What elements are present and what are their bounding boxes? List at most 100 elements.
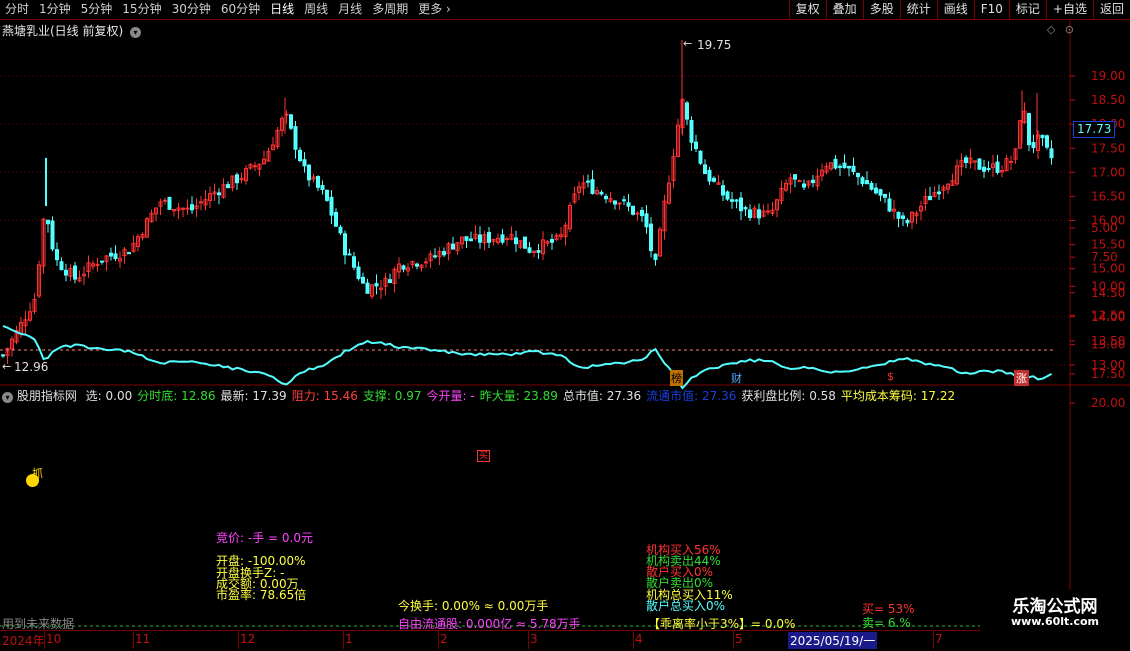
marker-rank[interactable]: 榜 (670, 370, 683, 386)
grab-label: 抓 (32, 467, 43, 480)
candle-body (338, 226, 343, 234)
candlesticks (1, 39, 1054, 364)
timeline-tick (528, 631, 529, 649)
candle-body (725, 191, 730, 200)
timeline-label-4: 1 (345, 632, 353, 646)
candle-body (505, 238, 509, 241)
candle-body (167, 196, 172, 210)
y-tick-label: 17.50 (1091, 367, 1125, 381)
candle-body (982, 166, 986, 172)
candle-body (347, 253, 352, 256)
candle-body (757, 209, 761, 219)
indicator-value-5: 今开量: - (426, 389, 475, 403)
candle-body (766, 210, 770, 213)
indicator-name[interactable]: 股朋指标网 (17, 389, 77, 403)
candle-body (536, 250, 541, 253)
candle-body (253, 165, 257, 168)
timeline-label-1: 10 (46, 632, 62, 646)
main-pane-title: 燕塘乳业(日线 前复权) ▾ (2, 22, 142, 39)
y-tick-label: 15.00 (1091, 338, 1125, 352)
bid-info: 竞价: -手 = 0.0元 (216, 531, 313, 545)
candle-body (64, 269, 68, 276)
y-tick-label: 7.50 (1091, 250, 1118, 264)
high-arrow: ← (683, 37, 693, 50)
candle-body (50, 220, 55, 250)
candle-body (320, 185, 325, 190)
candle-body (46, 219, 50, 225)
retail-total-buy: 散户总买入0% (646, 599, 726, 613)
candle-body (1, 354, 5, 357)
candle-body (590, 179, 595, 194)
candle-body (883, 193, 887, 198)
y-tick-label: 19.00 (1091, 69, 1125, 83)
candle-body (847, 165, 851, 169)
timeline: 2024年 10 11 12 1 2 3 4 5 2025/05/19/一 7 (0, 630, 985, 651)
candle-body (838, 165, 842, 168)
candle-body (316, 176, 320, 188)
watermark-logo: 乐淘公式网 www.60lt.com (980, 590, 1130, 632)
pe-info: 市盈率: 78.65倍 (216, 588, 307, 602)
candle-body (937, 191, 941, 195)
candle-body (365, 282, 370, 294)
candle-body (190, 204, 194, 211)
candle-body (235, 174, 239, 184)
indicator-value-9: 获利盘比例: 0.58 (741, 389, 836, 403)
timeline-label-9: 2025/05/19/一 (788, 632, 878, 649)
candle-body (928, 195, 932, 201)
indicator-value-0: 选: 0.00 (85, 389, 133, 403)
candle-body (514, 237, 518, 245)
candle-body (185, 207, 190, 210)
candle-body (487, 231, 491, 243)
candle-body (464, 236, 469, 241)
candle-body (73, 265, 77, 280)
candle-body (851, 165, 856, 172)
candle-body (415, 263, 419, 267)
candle-body (127, 252, 131, 255)
indicator-value-2: 最新: 17.39 (220, 389, 287, 403)
candle-body (401, 265, 406, 270)
candle-body (842, 162, 847, 169)
candle-body (55, 249, 59, 261)
y-tick-label: 10.00 (1091, 279, 1125, 293)
pane-controls: ◇ ⊙ (1047, 23, 1074, 36)
indicator-value-6: 昨大量: 23.89 (479, 389, 558, 403)
indicator-value-10: 平均成本筹码: 17.22 (840, 389, 956, 403)
candle-body (743, 207, 748, 210)
candle-body (451, 243, 455, 250)
settings-icon[interactable]: ⊙ (1065, 23, 1074, 36)
timeline-label-0: 2024年 (2, 634, 45, 648)
kline-chart[interactable]: 19.0018.5018.0017.5017.0016.5016.0015.50… (0, 0, 1130, 650)
indicator-toggle-icon[interactable]: ▾ (2, 392, 13, 403)
marker-dividend[interactable]: $ (887, 370, 894, 383)
chevron-down-icon[interactable]: ▾ (130, 27, 142, 38)
indicator-value-8: 流通市值: 27.36 (646, 389, 737, 403)
candle-body (811, 179, 815, 184)
y-tick-label: 18.50 (1091, 93, 1125, 107)
candle-body (694, 141, 698, 150)
timeline-label-3: 12 (240, 632, 256, 646)
candle-body (388, 279, 392, 283)
timeline-tick (438, 631, 439, 649)
candle-body (604, 195, 608, 200)
candle-body (635, 212, 640, 215)
candle-body (793, 174, 797, 180)
candle-body (289, 114, 293, 129)
candle-body (527, 247, 532, 253)
candle-body (860, 177, 865, 184)
marker-finance[interactable]: 财 (731, 370, 742, 386)
y-tick-label: 17.50 (1091, 141, 1125, 155)
candle-body (500, 234, 505, 243)
y-tick-label: 5.00 (1091, 221, 1118, 235)
diamond-icon[interactable]: ◇ (1047, 23, 1055, 36)
marker-rise[interactable]: 涨 (1014, 370, 1029, 386)
low-price-label: 12.96 (14, 360, 49, 374)
candle-body (878, 189, 883, 196)
timeline-label-2: 11 (135, 632, 151, 646)
candle-body (730, 199, 734, 202)
candle-body (95, 263, 100, 266)
y-tick-label: 17.00 (1091, 165, 1125, 179)
candle-body (442, 251, 446, 256)
candle-body (325, 189, 329, 201)
candle-body (644, 213, 649, 228)
candle-body (374, 283, 379, 287)
